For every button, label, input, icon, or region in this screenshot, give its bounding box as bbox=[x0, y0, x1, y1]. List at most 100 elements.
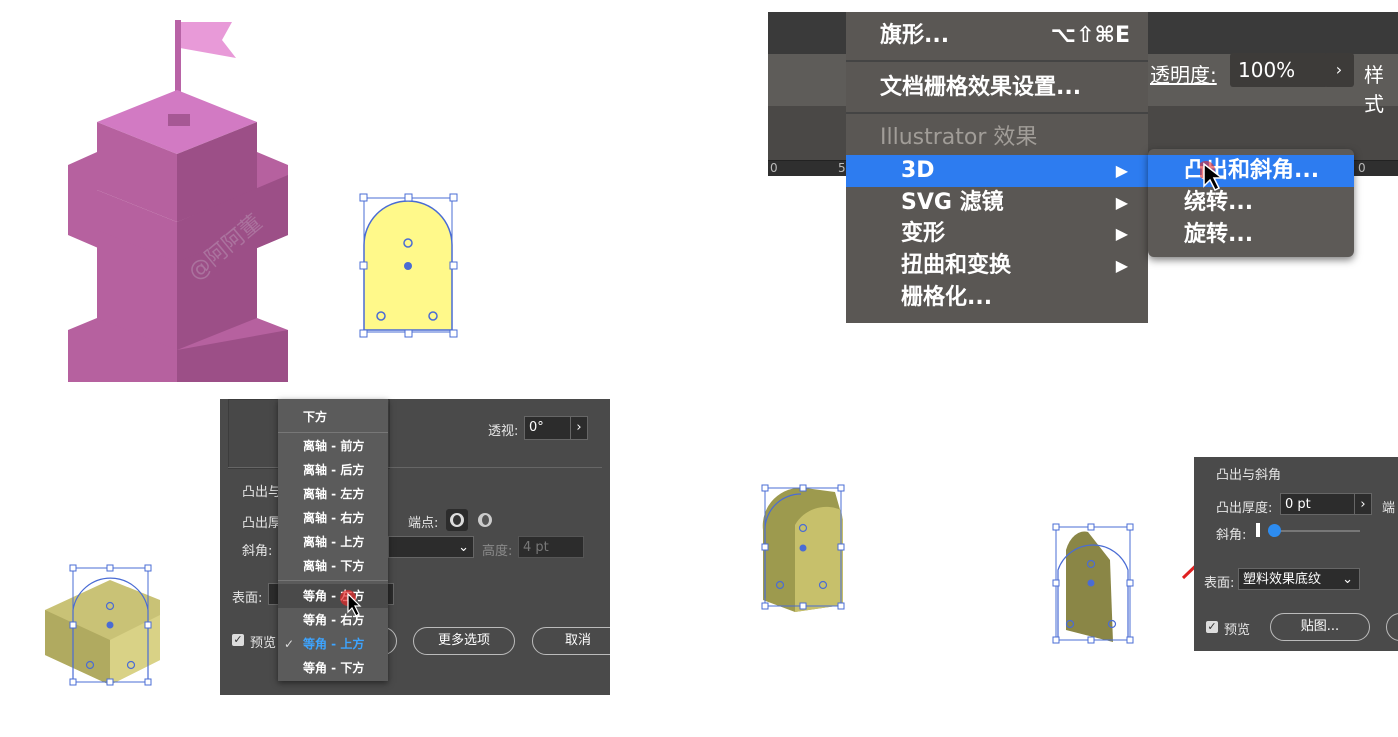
dropdown-item-label: 离轴 - 前方 bbox=[303, 439, 365, 453]
dropdown-separator bbox=[278, 580, 388, 581]
more-options-button[interactable]: 更多选项 bbox=[413, 627, 515, 655]
dropdown-item-label: 离轴 - 下方 bbox=[303, 559, 365, 573]
surface-label: 表面: bbox=[1204, 576, 1235, 591]
position-dropdown: 下方 离轴 - 前方 离轴 - 后方 离轴 - 左方 离轴 - 右方 离轴 - … bbox=[278, 399, 388, 681]
submenu-item-rotate[interactable]: 旋转... bbox=[1148, 219, 1354, 251]
submenu-arrow-icon: ▶ bbox=[1115, 256, 1128, 275]
menu-item-label: 旗形... bbox=[880, 23, 950, 48]
surface-select[interactable]: 塑料效果底纹 ⌄ bbox=[1238, 568, 1360, 590]
perspective-arrow-button[interactable]: › bbox=[570, 416, 588, 440]
opacity-field[interactable]: 100% bbox=[1230, 53, 1328, 87]
perspective-field[interactable]: 0° bbox=[524, 416, 572, 440]
surface-value: 塑料效果底纹 bbox=[1243, 572, 1322, 587]
map-button[interactable]: 贴图... bbox=[1270, 613, 1370, 641]
dropdown-item[interactable]: 下方 bbox=[278, 405, 388, 429]
bevel-select[interactable]: ⌄ bbox=[388, 536, 474, 558]
style-label: 样式 bbox=[1364, 63, 1384, 116]
dropdown-separator bbox=[278, 432, 388, 433]
extrude-section-title: 凸出与斜角 bbox=[1216, 468, 1282, 483]
menu-item-svg-filters[interactable]: SVG 滤镜 ▶ bbox=[846, 187, 1148, 219]
dropdown-item[interactable]: 离轴 - 右方 bbox=[278, 506, 388, 530]
cancel-button[interactable]: 取消 bbox=[532, 627, 610, 655]
menu-separator bbox=[846, 112, 1148, 114]
menu-header-illustrator-effects: Illustrator 效果 bbox=[846, 122, 1148, 154]
cap-on-button[interactable] bbox=[446, 509, 468, 531]
dropdown-item-label: 等角 - 上方 bbox=[303, 637, 365, 651]
opacity-label: 透明度: bbox=[1150, 63, 1217, 87]
dropdown-item-selected[interactable]: ✓ 等角 - 上方 bbox=[278, 632, 388, 656]
menu-item-label: 栅格化... bbox=[901, 285, 993, 310]
surface-label: 表面: bbox=[232, 591, 263, 606]
extrude-depth-field[interactable]: 0 pt bbox=[1280, 493, 1356, 515]
menu-item-flag[interactable]: 旗形... ⌥⇧⌘E bbox=[846, 20, 1148, 52]
chevron-down-icon: ⌄ bbox=[1342, 572, 1353, 587]
depth-arrow-button[interactable]: › bbox=[1354, 493, 1372, 515]
preview-label: 预览 bbox=[250, 636, 277, 651]
submenu-arrow-icon: ▶ bbox=[1115, 161, 1128, 180]
pink-tower-artwork bbox=[68, 20, 458, 382]
menu-shortcut: ⌥⇧⌘E bbox=[1050, 23, 1130, 48]
extrude-depth-label: 凸出厚 bbox=[242, 516, 282, 531]
dropdown-item-label: 离轴 - 后方 bbox=[303, 463, 365, 477]
depth-slider-track[interactable] bbox=[1268, 530, 1360, 532]
slider-marker bbox=[1256, 523, 1260, 537]
bevel-label: 斜角: bbox=[1216, 528, 1247, 543]
dropdown-item-label: 离轴 - 上方 bbox=[303, 535, 365, 549]
submenu-arrow-icon: ▶ bbox=[1115, 193, 1128, 212]
submenu-arrow-icon: ▶ bbox=[1115, 224, 1128, 243]
dropdown-item[interactable]: 等角 - 左方 bbox=[278, 584, 388, 608]
menu-item-rasterize[interactable]: 栅格化... bbox=[846, 282, 1148, 314]
submenu-item-revolve[interactable]: 绕转... bbox=[1148, 187, 1354, 219]
dropdown-item[interactable]: 等角 - 下方 bbox=[278, 656, 388, 680]
cap-label: 端点: bbox=[408, 516, 439, 531]
dropdown-item[interactable]: 离轴 - 前方 bbox=[278, 434, 388, 458]
menu-item-label: SVG 滤镜 bbox=[901, 190, 1004, 215]
ruler-tick: 0 bbox=[1358, 161, 1366, 175]
mouse-cursor-icon bbox=[1200, 161, 1224, 192]
menu-item-label: 3D bbox=[901, 158, 935, 183]
next-button[interactable] bbox=[1386, 613, 1398, 641]
dropdown-item[interactable]: 离轴 - 上方 bbox=[278, 530, 388, 554]
ruler-tick: 5 bbox=[838, 161, 846, 175]
height-label: 高度: bbox=[482, 544, 513, 559]
menu-item-document-raster-settings[interactable]: 文档栅格效果设置... bbox=[846, 72, 1148, 104]
submenu-item-label: 旋转... bbox=[1184, 222, 1254, 247]
dropdown-item[interactable]: 离轴 - 左方 bbox=[278, 482, 388, 506]
menu-item-label: Illustrator 效果 bbox=[880, 125, 1038, 150]
cap-label: 端 bbox=[1382, 501, 1396, 516]
3d-submenu: 凸出和斜角... 绕转... 旋转... bbox=[1148, 149, 1354, 257]
extrude-bevel-dialog: 凸出与斜角 凸出厚度: 0 pt › 端 斜角: 表面: 塑料效果底纹 ⌄ ✓ 预… bbox=[1194, 457, 1398, 651]
preview-checkbox[interactable]: ✓ bbox=[1206, 621, 1218, 633]
submenu-item-extrude-bevel[interactable]: 凸出和斜角... bbox=[1148, 155, 1354, 187]
dropdown-item-label: 等角 - 下方 bbox=[303, 661, 365, 675]
preview-checkbox[interactable]: ✓ bbox=[232, 634, 244, 646]
effect-menu: 旗形... ⌥⇧⌘E 文档栅格效果设置... Illustrator 效果 3D… bbox=[846, 12, 1148, 323]
effect-menu-screenshot: 0 5 0 透明度: 100% › 样式 旗形... ⌥⇧⌘E 文档栅格效果设置… bbox=[768, 12, 1398, 323]
menu-item-label: 扭曲和变换 bbox=[901, 253, 1012, 278]
dropdown-item[interactable]: 等角 - 右方 bbox=[278, 608, 388, 632]
extruded-yellow-shape-left bbox=[45, 564, 160, 686]
menu-item-label: 变形 bbox=[901, 221, 946, 246]
mouse-cursor-icon bbox=[340, 590, 362, 617]
checkmark-icon: ✓ bbox=[284, 637, 295, 651]
menu-item-label: 文档栅格效果设置... bbox=[880, 75, 1082, 100]
extrude-section-title: 凸出与 bbox=[242, 485, 282, 500]
dropdown-item-label: 下方 bbox=[303, 410, 328, 424]
bevel-label: 斜角: bbox=[242, 544, 273, 559]
ruler-tick: 0 bbox=[770, 161, 778, 175]
menu-item-warp[interactable]: 变形 ▶ bbox=[846, 218, 1148, 250]
opacity-arrow-button[interactable]: › bbox=[1324, 53, 1354, 87]
extrude-depth-label: 凸出厚度: bbox=[1216, 501, 1273, 516]
menu-item-distort-transform[interactable]: 扭曲和变换 ▶ bbox=[846, 250, 1148, 282]
perspective-label: 透视: bbox=[488, 424, 519, 439]
dropdown-item-label: 离轴 - 右方 bbox=[303, 511, 365, 525]
dropdown-item-label: 离轴 - 左方 bbox=[303, 487, 365, 501]
dropdown-item[interactable]: 离轴 - 后方 bbox=[278, 458, 388, 482]
cap-off-button[interactable] bbox=[474, 509, 496, 531]
depth-slider-thumb[interactable] bbox=[1268, 524, 1281, 537]
height-field[interactable]: 4 pt bbox=[518, 536, 584, 558]
preview-label: 预览 bbox=[1224, 623, 1251, 638]
extruded-yellow-shape-front bbox=[761, 484, 845, 612]
menu-item-3d[interactable]: 3D ▶ bbox=[846, 155, 1148, 187]
dropdown-item[interactable]: 离轴 - 下方 bbox=[278, 554, 388, 578]
